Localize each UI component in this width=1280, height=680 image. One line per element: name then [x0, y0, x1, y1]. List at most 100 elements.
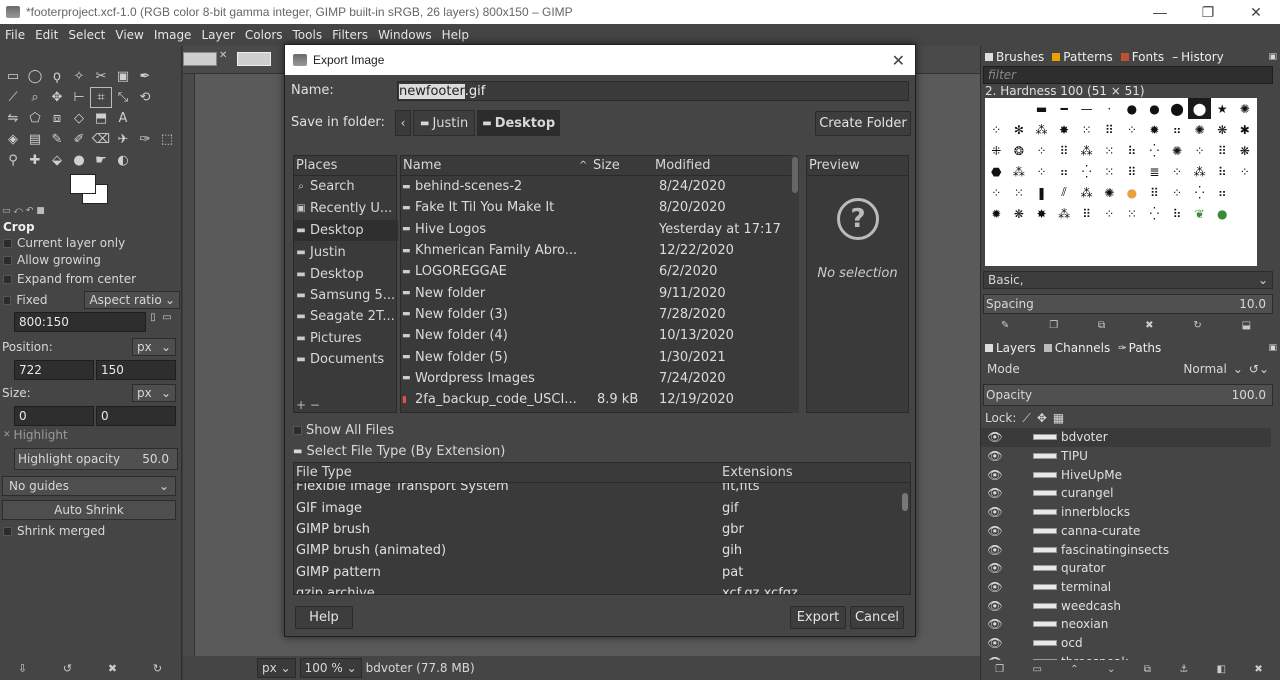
position-x-input[interactable]: 722 [14, 360, 94, 380]
place-desktop[interactable]: ▬ Desktop [294, 263, 398, 284]
brush-item[interactable]: ⠷ [1211, 161, 1234, 182]
brush-item[interactable]: ⠿ [1211, 140, 1234, 161]
eye-icon[interactable]: 👁 [983, 468, 1007, 482]
ink-tool-icon[interactable]: ✑ [134, 129, 156, 150]
add-bookmark-icon[interactable]: + [296, 398, 306, 412]
menu-windows[interactable]: Windows [373, 28, 437, 42]
menu-colors[interactable]: Colors [240, 28, 288, 42]
brush-item[interactable]: ★ [1211, 98, 1234, 119]
layer-row[interactable]: 👁 neoxian [981, 615, 1271, 634]
brush-item[interactable]: ⁂ [1008, 161, 1031, 182]
spacing-slider[interactable]: Spacing 10.0 [983, 294, 1273, 314]
pencil-tool-icon[interactable]: ✎ [46, 129, 68, 150]
size-width-input[interactable]: 0 [14, 406, 94, 426]
col-extensions-header[interactable]: Extensions [722, 465, 793, 480]
brush-item[interactable]: ✺ [1234, 98, 1257, 119]
mask-layer-icon[interactable]: ◧ [1217, 664, 1226, 678]
menu-select[interactable]: Select [63, 28, 110, 42]
new-layer-icon[interactable]: ❐ [995, 664, 1004, 678]
brush-item[interactable]: ⁘ [1166, 182, 1189, 203]
brush-item[interactable]: ⠶ [1211, 182, 1234, 203]
highlight-opacity-slider[interactable]: Highlight opacity 50.0 [14, 448, 178, 470]
foreground-color-swatch[interactable] [70, 174, 96, 194]
duplicate-brush-icon[interactable]: ⧉ [1098, 320, 1105, 334]
layer-row[interactable]: 👁 innerblocks [981, 503, 1271, 522]
menu-view[interactable]: View [110, 28, 148, 42]
zoom-tool-icon[interactable]: ⌕ [24, 87, 46, 108]
brush-item[interactable]: ⫽ [1053, 182, 1076, 203]
portrait-icon[interactable]: ▯ [146, 312, 160, 332]
tab-brushes[interactable]: Brushes [981, 50, 1048, 64]
brush-item[interactable]: ⁙ [1008, 182, 1031, 203]
brush-item[interactable]: ⁜ [985, 140, 1008, 161]
brush-item[interactable]: ✹ [1143, 119, 1166, 140]
col-size-header[interactable]: Size [593, 158, 655, 173]
place-search[interactable]: ⌕ Search [294, 176, 398, 197]
layer-row[interactable]: 👁 TIPU [981, 447, 1271, 466]
brush-item[interactable]: ⁘ [1188, 140, 1211, 161]
brush-item[interactable]: ● [1121, 182, 1144, 203]
brush-tag-dropdown[interactable]: Basic, ⌄ [983, 271, 1273, 289]
layers-list[interactable]: 👁 bdvoter 👁 TIPU 👁 HiveUpMe 👁 curangel 👁 inne… [981, 428, 1271, 660]
zoom-dropdown[interactable]: 100 % ⌄ [299, 658, 362, 678]
eye-icon[interactable]: 👁 [983, 430, 1007, 444]
eraser-tool-icon[interactable]: ⌫ [90, 129, 112, 150]
size-height-input[interactable]: 0 [96, 406, 176, 426]
brush-item[interactable]: ⁛ [1143, 140, 1166, 161]
refresh-brushes-icon[interactable]: ↻ [1193, 320, 1201, 334]
mode-dropdown[interactable]: Normal ⌄ ↺⌄ [1183, 362, 1269, 376]
reset-options-icon[interactable]: ↻ [153, 662, 162, 678]
brush-item[interactable]: ⁂ [1075, 182, 1098, 203]
brush-item[interactable]: ❋ [1234, 140, 1257, 161]
file-row[interactable]: ▬ LOGOREGGAE 6/2/2020 [401, 261, 791, 282]
brush-item[interactable]: ⠿ [1075, 203, 1098, 224]
allow-growing-row[interactable]: Allow growing [0, 253, 180, 267]
shrink-merged-row[interactable]: Shrink merged [0, 524, 180, 538]
brush-item[interactable]: ✹ [985, 203, 1008, 224]
fixed-checkbox[interactable] [3, 295, 12, 305]
delete-brush-icon[interactable]: ✖ [1145, 320, 1153, 334]
close-tab-icon[interactable]: ✕ [219, 50, 227, 61]
brush-filter-input[interactable]: filter [983, 66, 1273, 84]
eye-icon[interactable]: 👁 [983, 655, 1007, 660]
maximize-button[interactable]: ❐ [1184, 4, 1232, 21]
cancel-button[interactable]: Cancel [850, 606, 904, 629]
allow-growing-checkbox[interactable] [3, 255, 12, 265]
shrink-merged-checkbox[interactable] [3, 526, 12, 536]
size-unit-dropdown[interactable]: px ⌄ [132, 384, 176, 402]
eye-icon[interactable]: 👁 [983, 580, 1007, 594]
col-modified-header[interactable]: Modified [655, 158, 789, 173]
airbrush-tool-icon[interactable]: ✈ [112, 129, 134, 150]
brush-item[interactable]: ━ [1053, 98, 1076, 119]
flip-tool-icon[interactable]: ⇋ [2, 108, 24, 129]
eye-icon[interactable]: 👁 [983, 636, 1007, 650]
landscape-icon[interactable]: ▭ [160, 312, 174, 332]
col-file-type-header[interactable]: File Type [294, 465, 722, 480]
dock-menu-icon[interactable]: ▣ [1268, 343, 1277, 353]
lock-position-icon[interactable]: ✥ [1037, 411, 1047, 426]
file-type-row[interactable]: GIF image gif [294, 497, 910, 518]
clone-tool-icon[interactable]: ⚲ [2, 150, 24, 171]
new-layer-group-icon[interactable]: ▭ [1032, 664, 1041, 678]
warp-transform-tool-icon[interactable]: ⟲ [134, 87, 156, 108]
transform-tool-icon[interactable]: ⧈ [46, 108, 68, 129]
file-row[interactable]: ▬ New folder 9/11/2020 [401, 283, 791, 304]
brush-item[interactable]: ⁘ [1030, 140, 1053, 161]
place-documents[interactable]: ▬ Documents [294, 349, 398, 370]
brush-item[interactable]: ⁙ [1075, 119, 1098, 140]
layer-row[interactable]: 👁 terminal [981, 578, 1271, 597]
select-file-type-expander[interactable]: ▬ Select File Type (By Extension) [293, 444, 505, 459]
tab-layers[interactable]: Layers [981, 341, 1040, 355]
measure-tool-icon[interactable]: ✥ [46, 87, 68, 108]
brush-item[interactable]: ⁘ [985, 182, 1008, 203]
brush-item[interactable]: ❂ [1008, 140, 1031, 161]
paths-tool-icon[interactable]: ✒ [134, 66, 156, 87]
brush-item[interactable]: ❚ [1030, 182, 1053, 203]
perspective-tool-icon[interactable]: ◇ [68, 108, 90, 129]
brush-item[interactable] [1234, 182, 1257, 203]
brush-item[interactable]: ✺ [1098, 182, 1121, 203]
file-type-row[interactable]: gzip archive xcf.gz,xcfgz [294, 583, 910, 594]
brush-item[interactable]: ▬ [1030, 98, 1053, 119]
ratio-input[interactable]: 800:150 [14, 312, 146, 332]
eye-icon[interactable]: 👁 [983, 449, 1007, 463]
